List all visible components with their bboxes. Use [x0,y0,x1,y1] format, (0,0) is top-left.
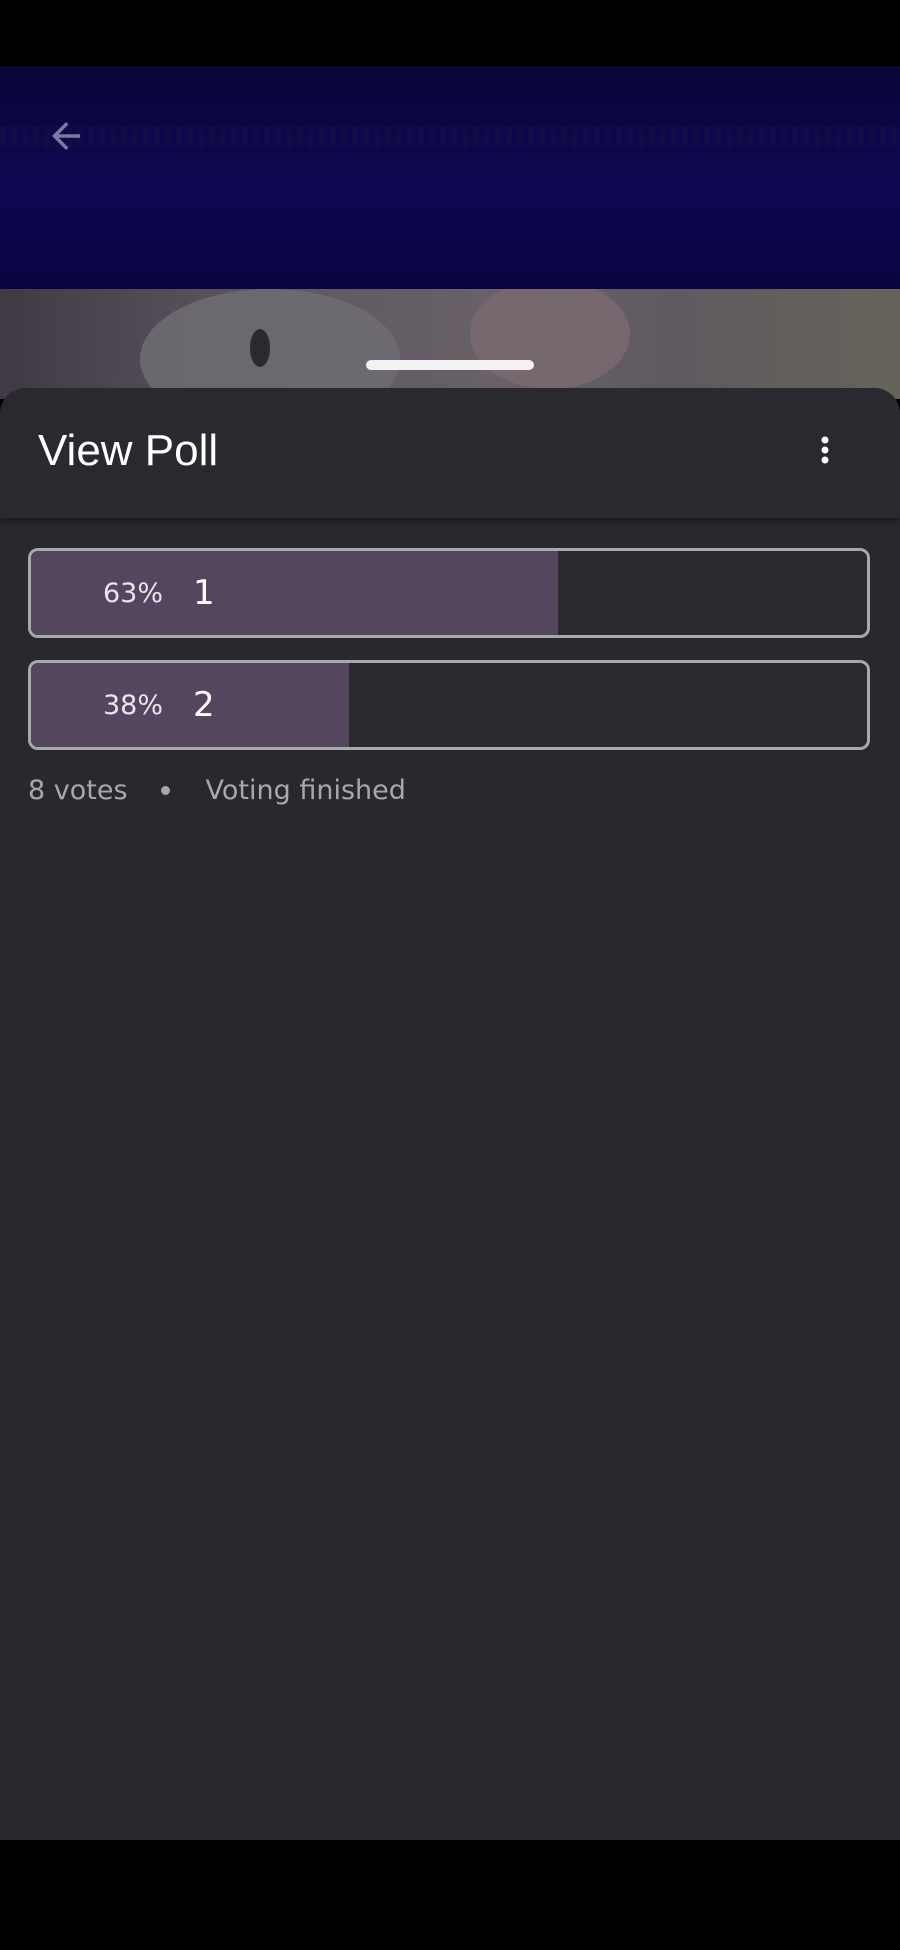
more-options-button[interactable] [800,420,850,480]
back-button[interactable] [36,106,96,166]
status-bar [0,0,900,66]
system-nav-bar [0,1840,900,1950]
poll-option-percent: 38% [102,689,163,721]
poll-option-label: 1 [193,573,215,613]
blurred-title-text [0,126,900,148]
vote-count: 8 votes [28,775,128,806]
poll-option-1[interactable]: 63% 1 [28,548,870,638]
poll-status: Voting finished [205,775,406,806]
poll-option-2[interactable]: 38% 2 [28,660,870,750]
poll-option-label: 2 [193,685,215,725]
sheet-header: View Poll [0,388,900,518]
poll-bottom-sheet: View Poll 63% 1 38% 2 8 votes Voting fin… [0,388,900,1840]
sheet-title: View Poll [38,426,219,475]
background-image [0,289,900,399]
arrow-left-icon [52,122,80,150]
poll-meta: 8 votes Voting finished [28,775,406,806]
separator-dot [160,786,170,795]
poll-option-percent: 63% [102,577,163,609]
screen: View Poll 63% 1 38% 2 8 votes Voting fin… [0,0,900,1950]
more-vertical-icon [821,436,829,464]
app-bar [0,66,900,289]
sheet-drag-handle[interactable] [366,360,534,370]
